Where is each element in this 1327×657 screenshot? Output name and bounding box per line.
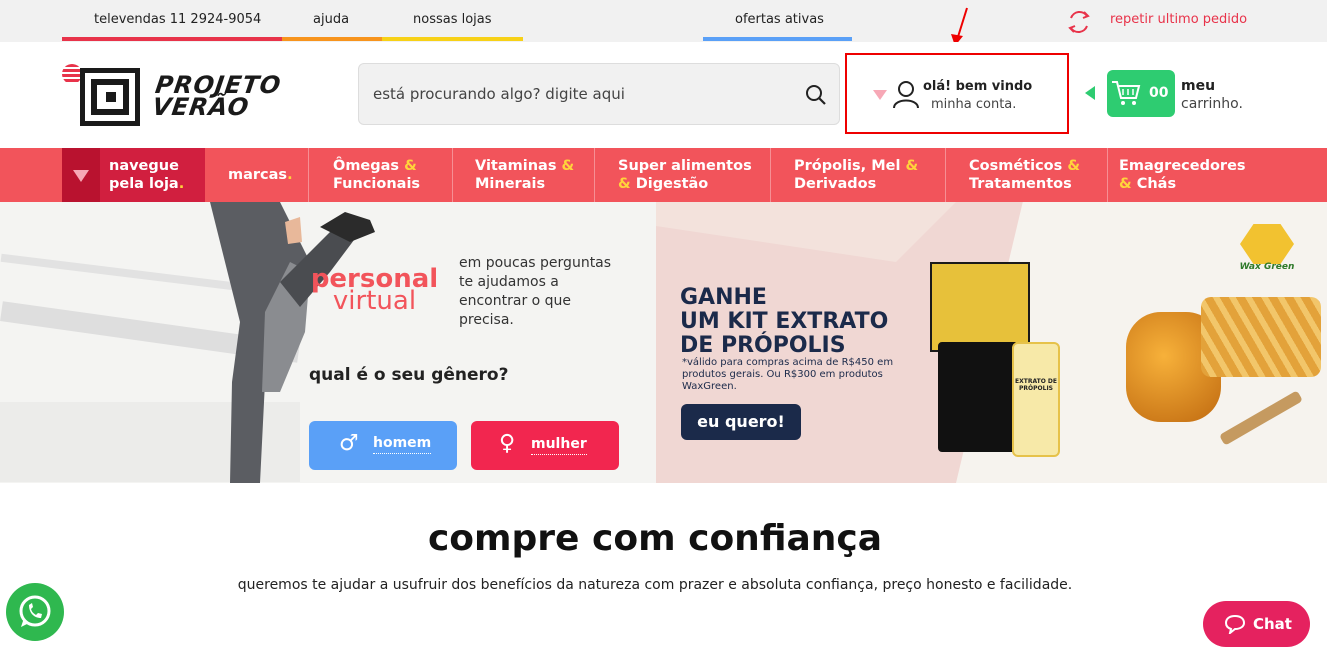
- stores-link[interactable]: nossas lojas: [413, 12, 492, 27]
- honeycomb-image: [1201, 297, 1321, 377]
- help-link[interactable]: ajuda: [313, 12, 349, 27]
- site-logo[interactable]: PROJETO VERÃO: [60, 62, 320, 126]
- waxgreen-logo: Wax Green: [1228, 224, 1306, 294]
- logo-text: PROJETO VERÃO: [150, 71, 284, 121]
- user-icon: [893, 81, 919, 109]
- logo-maze-icon: [80, 68, 140, 126]
- top-underline-yellow: [382, 37, 523, 41]
- cart-label[interactable]: meu carrinho.: [1181, 77, 1243, 113]
- cart-icon: [1112, 81, 1141, 105]
- promo-banner[interactable]: GANHE UM KIT EXTRATO DE PRÓPOLIS *válido…: [656, 202, 1327, 483]
- caret-down-icon: [873, 90, 887, 100]
- nav-weightloss[interactable]: Emagrecedores & Chás: [1108, 148, 1250, 202]
- offers-link[interactable]: ofertas ativas: [735, 12, 824, 27]
- female-icon: ♀: [499, 431, 516, 456]
- nav-brands[interactable]: marcas.: [205, 148, 309, 202]
- search-box: [358, 63, 840, 125]
- nav-cosmetics[interactable]: Cosméticos & Tratamentos: [946, 148, 1108, 202]
- nav-propolis[interactable]: Própolis, Mel & Derivados: [771, 148, 946, 202]
- logo-sun-icon: [62, 64, 82, 84]
- repeat-icon[interactable]: [1065, 8, 1093, 36]
- propolis-sachets: [938, 342, 1018, 452]
- nav-superfoods[interactable]: Super alimentos & Digestão: [595, 148, 771, 202]
- account-greeting: olá! bem vindo: [923, 79, 1033, 94]
- cart-count: 00: [1149, 85, 1169, 101]
- account-menu[interactable]: olá! bem vindo minha conta.: [845, 53, 1069, 134]
- menu-caret-icon: [73, 170, 89, 182]
- whatsapp-button[interactable]: [6, 583, 64, 641]
- top-underline-blue: [703, 37, 852, 41]
- trust-title: compre com confiança: [427, 518, 883, 559]
- promo-cta-button[interactable]: eu quero!: [681, 404, 801, 440]
- category-nav: navegue pela loja. marcas. Ômegas & Funci…: [0, 148, 1327, 202]
- trust-subtitle: queremos te ajudar a usufruir dos benefí…: [237, 577, 1073, 593]
- top-bar: televendas 11 2924-9054 ajuda nossas loj…: [0, 0, 1327, 42]
- promo-headline: GANHE UM KIT EXTRATO DE PRÓPOLIS: [680, 285, 889, 358]
- nav-omegas[interactable]: Ômegas & Funcionais: [309, 148, 453, 202]
- propolis-bottle: EXTRATO DE PRÓPOLIS: [1012, 342, 1060, 457]
- televendas-link[interactable]: televendas 11 2924-9054: [94, 12, 261, 27]
- nav-vitamins[interactable]: Vitaminas & Minerais: [453, 148, 595, 202]
- my-account-link[interactable]: minha conta.: [931, 97, 1016, 112]
- chat-bubble-icon: [1225, 614, 1245, 634]
- male-button[interactable]: ♂ homem: [309, 421, 457, 470]
- personal-virtual-desc: em poucas perguntas te ajudamos a encont…: [459, 255, 612, 328]
- whatsapp-icon: [19, 595, 51, 627]
- search-icon[interactable]: [805, 84, 827, 106]
- personal-virtual-title: personal virtual: [310, 264, 439, 316]
- propolis-kit-box: [930, 262, 1030, 352]
- cart-pointer-icon: [1085, 86, 1095, 100]
- cart-button[interactable]: 00: [1107, 70, 1175, 117]
- top-underline-red: [62, 37, 282, 41]
- chat-button[interactable]: Chat: [1203, 601, 1310, 647]
- repeat-order-link[interactable]: repetir ultimo pedido: [1110, 12, 1247, 27]
- female-button[interactable]: ♀ mulher: [471, 421, 619, 470]
- gender-question: qual é o seu gênero?: [309, 365, 509, 385]
- top-underline-orange: [282, 37, 382, 41]
- browse-store-menu[interactable]: navegue pela loja.: [62, 148, 205, 202]
- search-input[interactable]: [373, 82, 773, 106]
- male-icon: ♂: [339, 431, 359, 456]
- promo-note: *válido para compras acima de R$450 em p…: [682, 357, 894, 392]
